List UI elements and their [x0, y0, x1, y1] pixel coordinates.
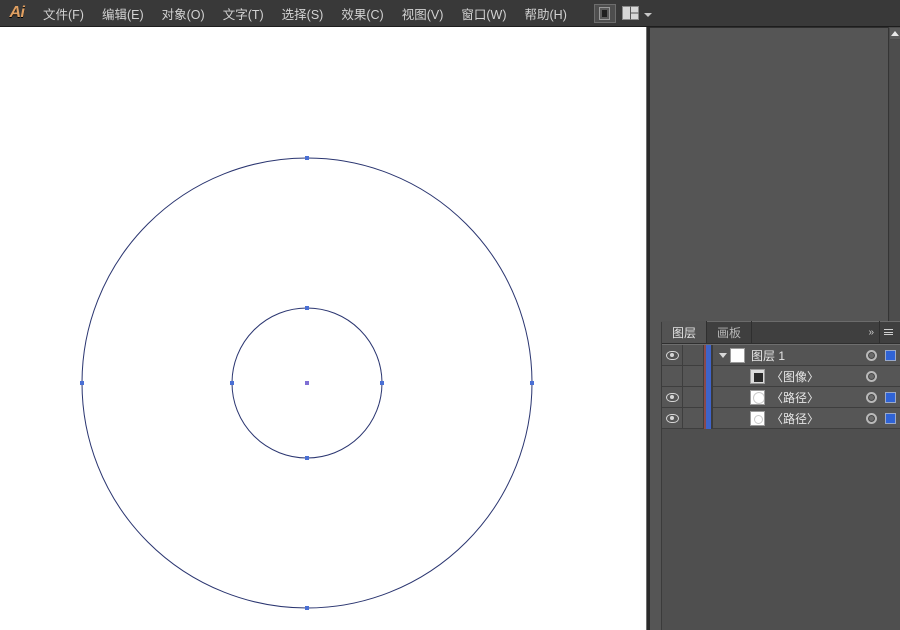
layer-thumbnail — [750, 389, 765, 405]
panel-menu-icon[interactable] — [880, 329, 897, 335]
panel-tab-strip: 图层 画板 » — [662, 321, 900, 344]
center-point[interactable] — [305, 381, 309, 385]
menu-edit[interactable]: 编辑(E) — [93, 0, 153, 27]
inner-circle-anchor-0[interactable] — [305, 306, 309, 310]
layer-row[interactable]: 〈路径〉 — [662, 407, 900, 429]
selection-square-icon — [885, 412, 896, 424]
layer-target-button[interactable] — [862, 345, 881, 366]
target-circle-icon — [866, 370, 877, 382]
app-logo-icon: Ai — [9, 4, 26, 21]
layers-empty-area[interactable] — [662, 429, 900, 630]
arrange-documents-icon[interactable] — [620, 4, 642, 23]
menu-bar: Ai 文件(F) 编辑(E) 对象(O) 文字(T) 选择(S) 效果(C) 视… — [0, 0, 900, 27]
layer-name-label[interactable]: 图层 1 — [751, 347, 862, 364]
disclosure-triangle-icon[interactable] — [716, 352, 730, 358]
layer-visibility-toggle[interactable] — [662, 386, 683, 408]
layer-selection-indicator[interactable] — [881, 387, 900, 408]
layer-color-bar — [704, 344, 716, 366]
inner-circle-anchor-1[interactable] — [380, 381, 384, 385]
layer-target-button[interactable] — [862, 408, 881, 429]
outer-circle-anchor-0[interactable] — [305, 156, 309, 160]
outer-circle-anchor-1[interactable] — [530, 381, 534, 385]
inner-circle-anchor-2[interactable] — [305, 456, 309, 460]
layer-row[interactable]: 〈路径〉 — [662, 386, 900, 408]
document-canvas[interactable] — [0, 27, 646, 630]
layer-thumbnail — [730, 347, 745, 363]
layer-row[interactable]: 图层 1 — [662, 344, 900, 366]
arrange-caret-icon[interactable] — [643, 12, 652, 17]
layer-lock-toggle[interactable] — [683, 344, 704, 366]
target-circle-icon — [866, 349, 877, 361]
layer-color-bar — [704, 407, 716, 429]
layer-target-button[interactable] — [862, 387, 881, 408]
selection-square-icon — [885, 391, 896, 403]
layer-target-button[interactable] — [862, 366, 881, 387]
tab-layers[interactable]: 图层 — [662, 321, 708, 343]
selection-square-icon — [885, 349, 896, 361]
layer-row[interactable]: 〈图像〉 — [662, 365, 900, 387]
layer-thumbnail — [750, 410, 765, 426]
collapse-panel-icon[interactable]: » — [864, 327, 877, 338]
layer-name-label[interactable]: 〈路径〉 — [771, 410, 862, 427]
illustrator-window: Ai 文件(F) 编辑(E) 对象(O) 文字(T) 选择(S) 效果(C) 视… — [0, 0, 900, 630]
layers-panel: 图层 画板 » 图层 1 〈图像〉 〈路径〉 〈路径〉 — [661, 321, 900, 630]
arrange-glyph — [622, 6, 640, 20]
bridge-glyph — [599, 6, 611, 20]
menu-window[interactable]: 窗口(W) — [452, 0, 515, 27]
layer-name-label[interactable]: 〈路径〉 — [771, 389, 862, 406]
menu-type[interactable]: 文字(T) — [214, 0, 273, 27]
menu-select[interactable]: 选择(S) — [273, 0, 333, 27]
panel-menu-wrap — [879, 321, 897, 343]
eye-icon — [665, 350, 679, 360]
layer-lock-toggle[interactable] — [683, 386, 704, 408]
layer-lock-toggle[interactable] — [683, 407, 704, 429]
menu-object[interactable]: 对象(O) — [153, 0, 214, 27]
layer-thumbnail — [750, 368, 765, 384]
layer-color-bar — [704, 365, 716, 387]
menu-file[interactable]: 文件(F) — [34, 0, 93, 27]
scroll-up-arrow-icon[interactable] — [890, 28, 900, 39]
bridge-icon[interactable] — [593, 3, 616, 23]
eye-icon — [665, 392, 679, 402]
layers-list[interactable]: 图层 1 〈图像〉 〈路径〉 〈路径〉 — [662, 344, 900, 630]
tab-artboards[interactable]: 画板 — [707, 321, 753, 343]
layer-lock-toggle[interactable] — [683, 365, 704, 387]
panel-tab-tools: » — [864, 321, 900, 343]
layer-selection-indicator[interactable] — [881, 408, 900, 429]
layer-visibility-toggle[interactable] — [662, 344, 683, 366]
layer-name-label[interactable]: 〈图像〉 — [771, 368, 862, 385]
layer-selection-indicator[interactable] — [881, 345, 900, 366]
target-circle-icon — [866, 412, 877, 424]
layer-visibility-toggle[interactable] — [662, 365, 683, 387]
layer-selection-indicator[interactable] — [881, 366, 900, 387]
outer-circle-anchor-3[interactable] — [80, 381, 84, 385]
menu-effect[interactable]: 效果(C) — [332, 0, 392, 27]
artwork-svg — [80, 156, 534, 610]
target-circle-icon — [866, 391, 877, 403]
outer-circle-anchor-2[interactable] — [305, 606, 309, 610]
menu-help[interactable]: 帮助(H) — [516, 0, 576, 27]
inner-circle-anchor-3[interactable] — [230, 381, 234, 385]
layer-color-bar — [704, 386, 716, 408]
menu-view[interactable]: 视图(V) — [393, 0, 453, 27]
layer-visibility-toggle[interactable] — [662, 407, 683, 429]
eye-icon — [665, 413, 679, 423]
